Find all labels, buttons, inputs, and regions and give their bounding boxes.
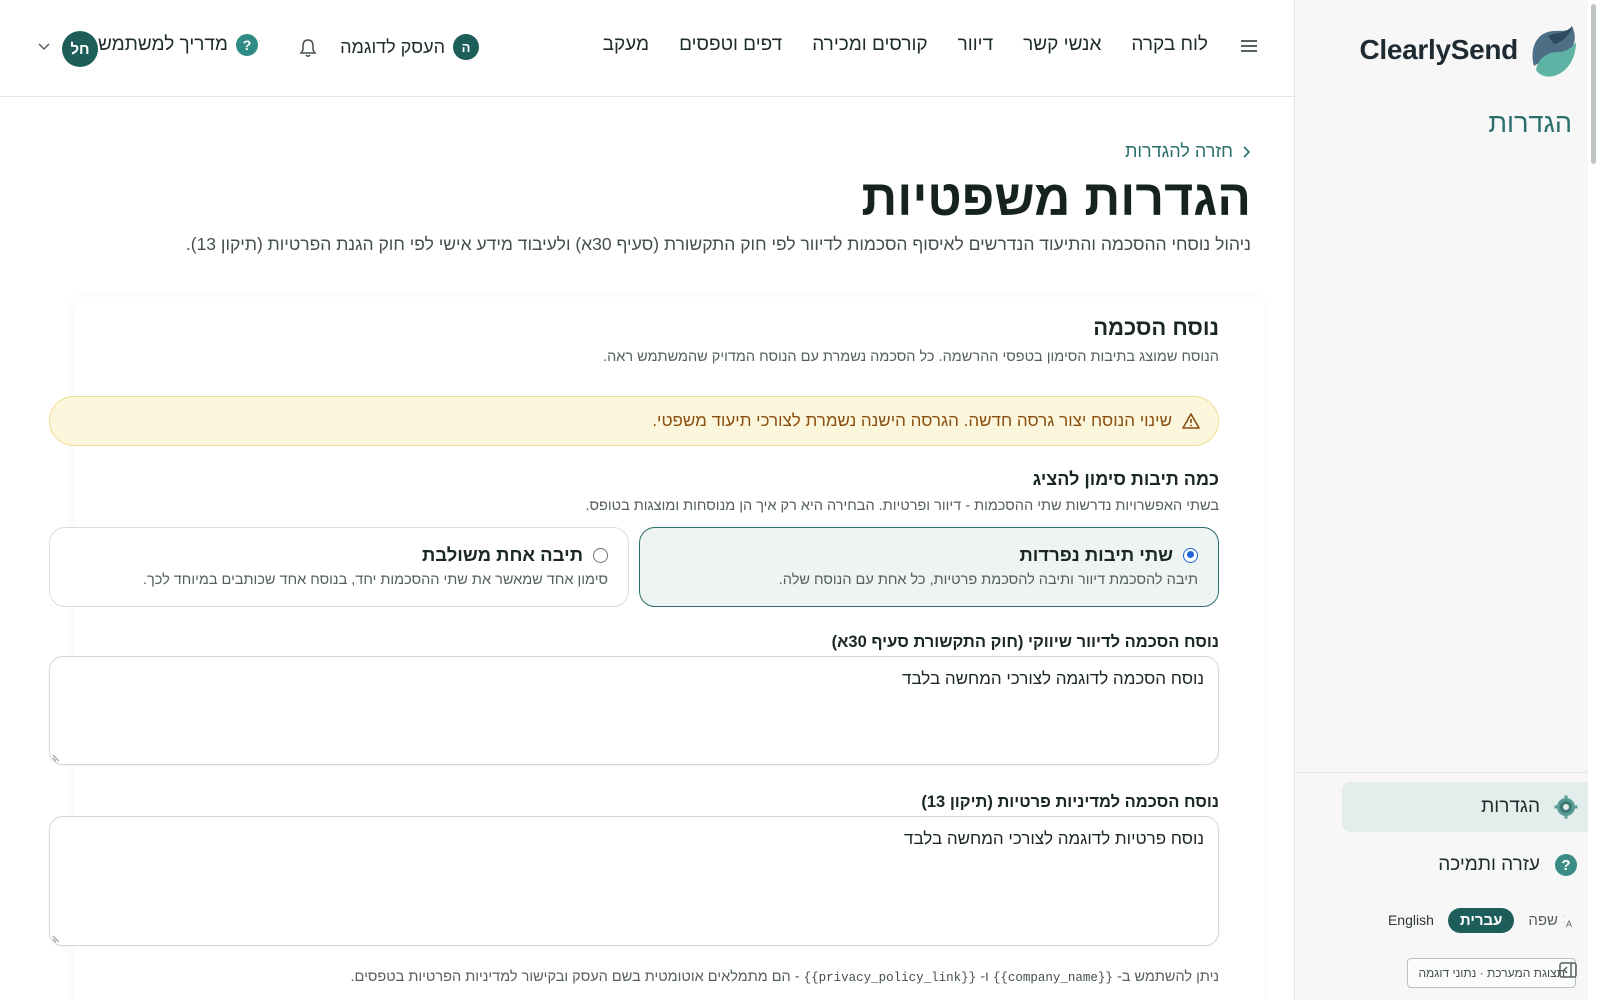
- business-initial-badge: ה: [453, 34, 479, 60]
- variable-privacy-link: {{privacy_policy_link}}: [803, 971, 977, 985]
- svg-text:文: 文: [1564, 912, 1565, 925]
- version-warning-banner: שינוי הנוסח יצור גרסה חדשה. הגרסה הישנה …: [49, 396, 1219, 446]
- top-bar: לוח בקרה אנשי קשר דיוור קורסים ומכירה דפ…: [0, 0, 1294, 97]
- option-title: תיבה אחת משולבת: [421, 544, 583, 565]
- option-title: שתי תיבות נפרדות: [1019, 544, 1173, 565]
- sidebar-section-title: הגדרות: [1488, 108, 1572, 138]
- sidebar-item-settings[interactable]: הגדרות: [1342, 782, 1592, 832]
- option-combined-checkbox[interactable]: תיבה אחת משולבת סימון אחד שמאשר את שתי ה…: [49, 527, 629, 607]
- language-option-english[interactable]: English: [1388, 912, 1434, 928]
- radio-separate[interactable]: [1183, 547, 1198, 563]
- page-scrollbar[interactable]: [1588, 0, 1600, 1000]
- section-title: נוסח הסכמה: [1093, 315, 1219, 340]
- template-variables-hint: ניתן להשתמש ב- {{company_name}} ו- {{pri…: [350, 969, 1219, 985]
- nav-tracking[interactable]: מעקב: [603, 34, 650, 56]
- privacy-consent-value: נוסח פרטיות לדוגמה לצורכי המחשה בלבד: [904, 829, 1204, 848]
- resize-handle-icon[interactable]: [52, 933, 62, 943]
- collapse-sidebar-icon[interactable]: [1559, 962, 1579, 980]
- nav-courses[interactable]: קורסים ומכירה: [812, 34, 927, 56]
- page-subtitle: ניהול נוסחי ההסכמה והתיעוד הנדרשים לאיסו…: [185, 234, 1251, 254]
- page-title: הגדרות משפטיות: [861, 170, 1251, 226]
- help-icon: ?: [1554, 853, 1578, 877]
- top-nav: לוח בקרה אנשי קשר דיוור קורסים ומכירה דפ…: [603, 34, 1208, 56]
- nav-dashboard[interactable]: לוח בקרה: [1131, 34, 1208, 56]
- back-link-label: חזרה להגדרות: [1124, 141, 1233, 161]
- nav-contacts[interactable]: אנשי קשר: [1023, 34, 1101, 56]
- help-icon: ?: [236, 34, 258, 56]
- chevron-down-icon[interactable]: [38, 42, 50, 52]
- sidebar: ClearlySend הגדרות הגדרות ? עזרה ותמיכה …: [1294, 0, 1600, 1000]
- option-separate-checkboxes[interactable]: שתי תיבות נפרדות תיבה להסכמת דיוור ותיבה…: [639, 527, 1219, 607]
- main-content: חזרה להגדרות הגדרות משפטיות ניהול נוסחי …: [29, 97, 1294, 1000]
- demo-mode-button[interactable]: תצוגת המערכת · נתוני דוגמה: [1407, 958, 1576, 988]
- resize-handle-icon[interactable]: [52, 752, 62, 762]
- marketing-consent-textarea[interactable]: נוסח הסכמה לדוגמה לצורכי המחשה בלבד: [49, 656, 1219, 765]
- translate-icon: 文A: [1564, 912, 1572, 928]
- sidebar-item-label: עזרה ותמיכה: [1438, 854, 1540, 875]
- avatar[interactable]: חל: [62, 31, 98, 67]
- nav-mailing[interactable]: דיוור: [958, 34, 994, 56]
- svg-text:?: ?: [1561, 857, 1570, 874]
- section-description: הנוסח שמוצג בתיבות הסימון בטפסי ההרשמה. …: [603, 349, 1219, 365]
- business-selector[interactable]: ה העסק לדוגמה: [340, 34, 479, 60]
- svg-text:A: A: [1566, 919, 1572, 928]
- privacy-consent-label: נוסח הסכמה למדיניות פרטיות (תיקון 13): [921, 793, 1219, 811]
- menu-icon[interactable]: [1240, 37, 1258, 55]
- sidebar-item-label: הגדרות: [1481, 796, 1540, 817]
- back-to-settings-link[interactable]: חזרה להגדרות: [1125, 141, 1251, 162]
- checkbox-count-title: כמה תיבות סימון להציג: [1032, 469, 1219, 489]
- gear-icon: [1554, 795, 1578, 819]
- brand-name: ClearlySend: [1359, 34, 1518, 65]
- marketing-consent-value: נוסח הסכמה לדוגמה לצורכי המחשה בלבד: [902, 669, 1204, 688]
- warning-text: שינוי הנוסח יצור גרסה חדשה. הגרסה הישנה …: [652, 411, 1172, 430]
- radio-combined[interactable]: [593, 547, 608, 563]
- language-switcher: 文A שפה עברית English: [1310, 904, 1580, 936]
- option-description: תיבה להסכמת דיוור ותיבה להסכמת פרטיות, כ…: [778, 572, 1198, 588]
- user-guide-link[interactable]: ? מדריך למשתמש: [98, 34, 258, 56]
- logo-icon: [1532, 26, 1576, 77]
- sidebar-divider: [1294, 772, 1600, 773]
- chevron-right-icon: [1243, 145, 1251, 158]
- sidebar-item-help[interactable]: ? עזרה ותמיכה: [1342, 840, 1592, 890]
- bell-icon[interactable]: [298, 38, 318, 58]
- scrollbar-thumb[interactable]: [1591, 4, 1596, 164]
- language-label: 文A שפה: [1528, 912, 1580, 929]
- variable-company-name: {{company_name}}: [992, 971, 1113, 985]
- business-name: העסק לדוגמה: [340, 36, 445, 57]
- option-description: סימון אחד שמאשר את שתי ההסכמות יחד, בנוס…: [142, 572, 608, 588]
- privacy-consent-textarea[interactable]: נוסח פרטיות לדוגמה לצורכי המחשה בלבד: [49, 816, 1219, 946]
- brand[interactable]: ClearlySend: [1310, 20, 1580, 80]
- nav-pages-forms[interactable]: דפים וטפסים: [679, 34, 782, 56]
- user-guide-label: מדריך למשתמש: [97, 34, 228, 55]
- checkbox-count-description: בשתי האפשרויות נדרשות שתי ההסכמות - דיוו…: [585, 498, 1219, 514]
- warning-icon: [1182, 413, 1200, 429]
- marketing-consent-label: נוסח הסכמה לדיוור שיווקי (חוק התקשורת סע…: [831, 633, 1219, 651]
- language-option-hebrew[interactable]: עברית: [1447, 907, 1515, 933]
